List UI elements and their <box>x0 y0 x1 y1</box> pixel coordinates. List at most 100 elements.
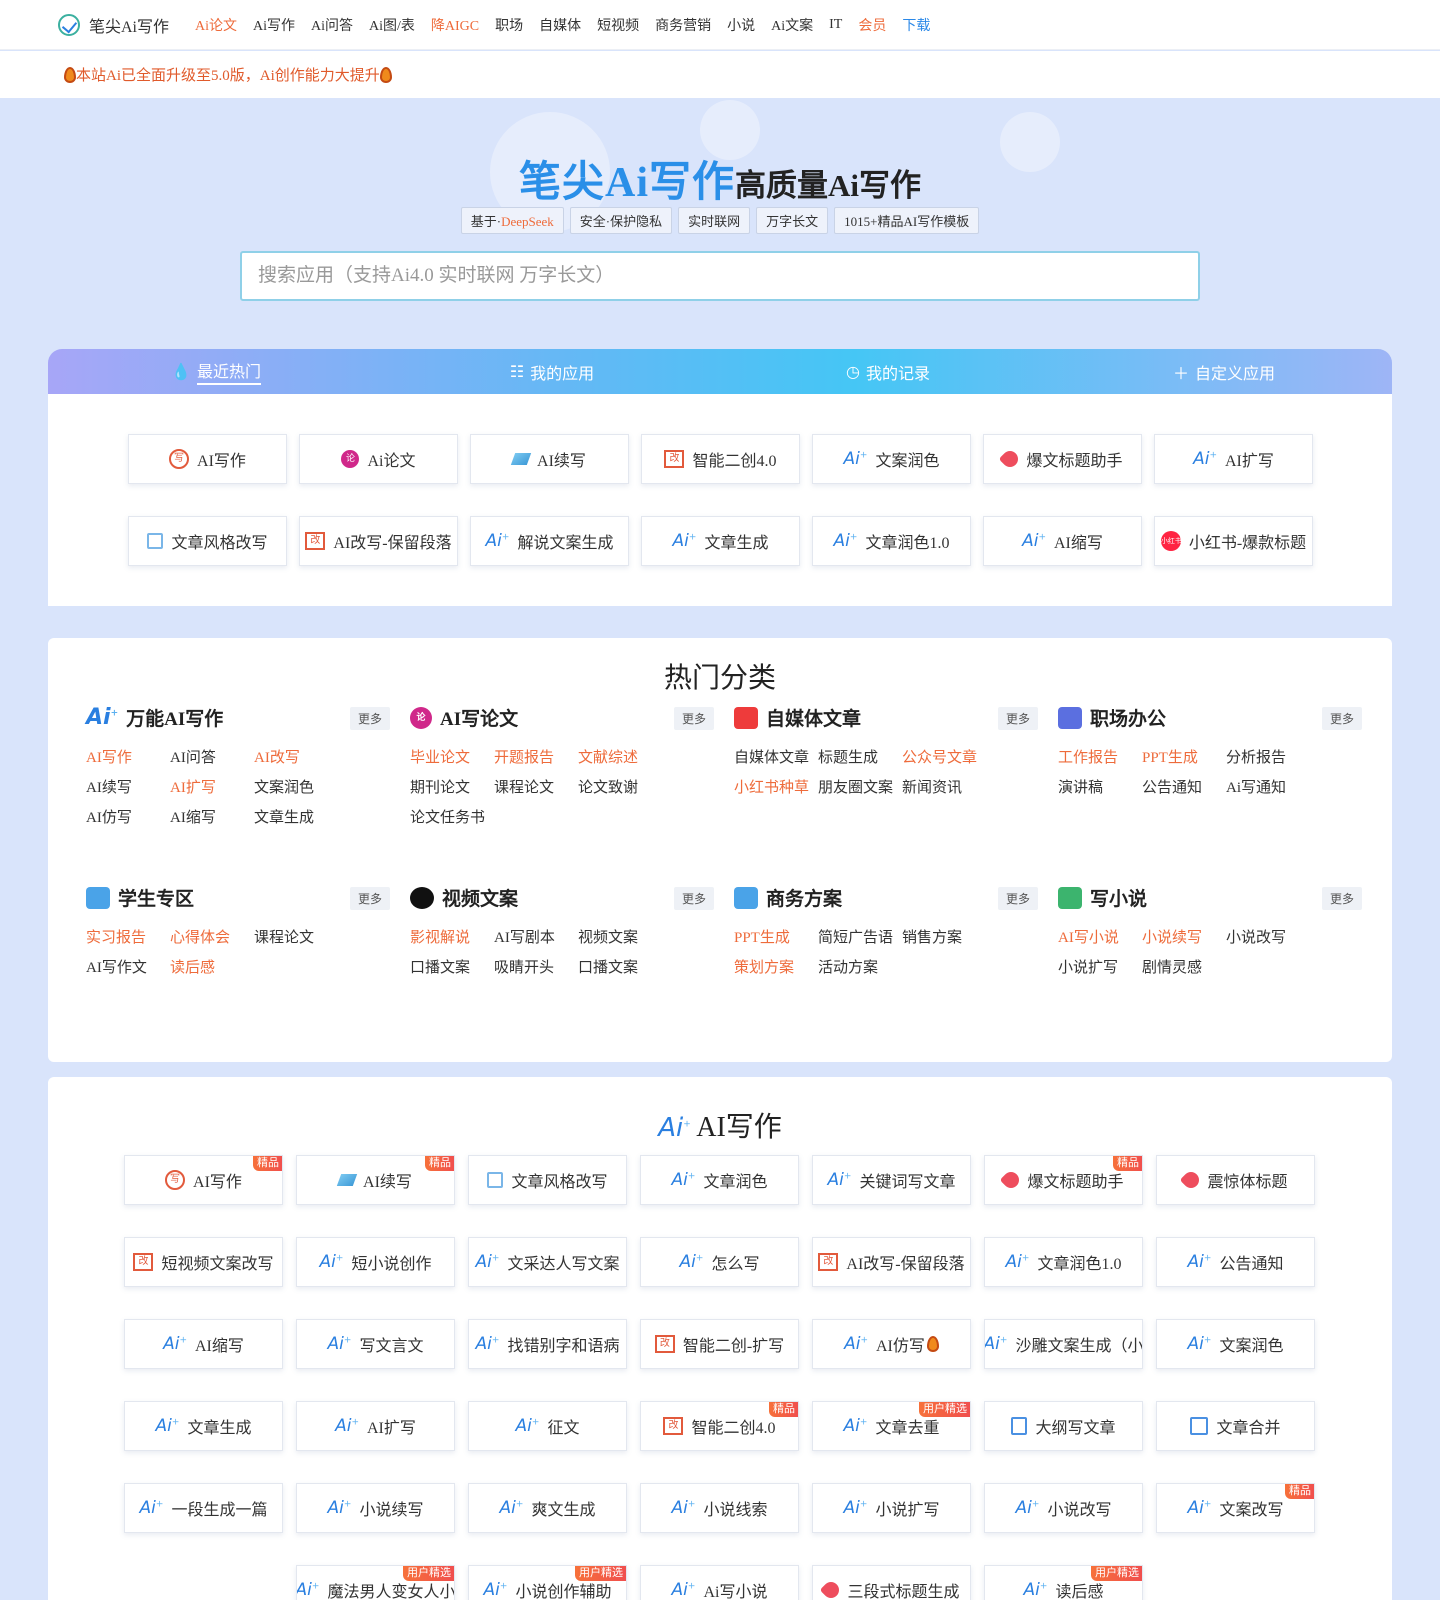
app-card[interactable]: 写 AI写作 精品 <box>124 1155 283 1205</box>
category-link[interactable]: AI缩写 <box>170 806 216 827</box>
app-card[interactable]: Ai+ 小说续写 <box>296 1483 455 1533</box>
app-card[interactable]: Ai+ 读后感 用户精选 <box>984 1565 1143 1600</box>
app-card[interactable]: Ai+ 找错别字和语病 <box>468 1319 627 1369</box>
category-heading[interactable]: 职场办公 <box>1058 704 1166 731</box>
tab-recent-hot[interactable]: 💧 最近热门 <box>48 349 384 394</box>
app-card[interactable]: 改 AI改写-保留段落 <box>812 1237 971 1287</box>
category-link[interactable]: AI改写 <box>254 746 300 767</box>
app-card[interactable]: 写 AI写作 <box>128 434 287 484</box>
app-card[interactable]: Ai+ 文案润色 <box>812 434 971 484</box>
app-card[interactable]: Ai+ 解说文案生成 <box>470 516 629 566</box>
category-link[interactable]: 小说改写 <box>1226 926 1286 947</box>
category-heading[interactable]: 自媒体文章 <box>734 704 861 731</box>
category-link[interactable]: 销售方案 <box>902 926 962 947</box>
category-link[interactable]: AI写作文 <box>86 956 147 977</box>
tab-custom-apps[interactable]: ＋ 自定义应用 <box>1056 349 1392 394</box>
category-link[interactable]: AI问答 <box>170 746 216 767</box>
app-card[interactable]: Ai+ AI缩写 <box>983 516 1142 566</box>
category-link[interactable]: 期刊论文 <box>410 776 470 797</box>
category-link[interactable]: PPT生成 <box>734 926 790 947</box>
category-link[interactable]: 口播文案 <box>578 956 638 977</box>
category-link[interactable]: PPT生成 <box>1142 746 1198 767</box>
app-card[interactable]: AI续写 精品 <box>296 1155 455 1205</box>
category-link[interactable]: 论文致谢 <box>578 776 638 797</box>
app-card[interactable]: Ai+ Ai写小说 <box>640 1565 799 1600</box>
search-input[interactable] <box>240 251 1200 301</box>
category-link[interactable]: 开题报告 <box>494 746 554 767</box>
app-card[interactable]: 震惊体标题 <box>1156 1155 1315 1205</box>
category-link[interactable]: 演讲稿 <box>1058 776 1103 797</box>
category-link[interactable]: 朋友圈文案 <box>818 776 893 797</box>
app-card[interactable]: Ai+ 文章润色 <box>640 1155 799 1205</box>
app-card[interactable]: 爆文标题助手 <box>983 434 1142 484</box>
category-link[interactable]: 吸睛开头 <box>494 956 554 977</box>
more-button[interactable]: 更多 <box>998 707 1039 730</box>
more-button[interactable]: 更多 <box>350 887 391 910</box>
app-card[interactable]: AI续写 <box>470 434 629 484</box>
category-link[interactable]: 毕业论文 <box>410 746 470 767</box>
app-card[interactable]: 小红书 小红书-爆款标题 <box>1154 516 1313 566</box>
nav-item[interactable]: 职场 <box>495 15 523 35</box>
category-link[interactable]: 策划方案 <box>734 956 794 977</box>
app-card[interactable]: Ai+ 小说线索 <box>640 1483 799 1533</box>
category-heading[interactable]: 学生专区 <box>86 884 194 911</box>
app-card[interactable]: Ai+ 小说创作辅助 用户精选 <box>468 1565 627 1600</box>
app-card[interactable]: Ai+ 小说改写 <box>984 1483 1143 1533</box>
category-link[interactable]: AI续写 <box>86 776 132 797</box>
category-link[interactable]: AI扩写 <box>170 776 216 797</box>
nav-item[interactable]: 会员 <box>858 15 886 35</box>
category-heading[interactable]: 视频文案 <box>410 884 518 911</box>
category-link[interactable]: 小说扩写 <box>1058 956 1118 977</box>
category-link[interactable]: 论文任务书 <box>410 806 485 827</box>
category-link[interactable]: 公众号文章 <box>902 746 977 767</box>
category-link[interactable]: 课程论文 <box>254 926 314 947</box>
app-card[interactable]: Ai+ AI仿写 <box>812 1319 971 1369</box>
app-card[interactable]: Ai+ 写文言文 <box>296 1319 455 1369</box>
app-card[interactable]: Ai+ 征文 <box>468 1401 627 1451</box>
app-card[interactable]: Ai+ 文章润色1.0 <box>984 1237 1143 1287</box>
app-card[interactable]: 改 AI改写-保留段落 <box>299 516 458 566</box>
app-card[interactable]: Ai+ 文案润色 <box>1156 1319 1315 1369</box>
category-link[interactable]: 视频文案 <box>578 926 638 947</box>
app-card[interactable]: 文章风格改写 <box>128 516 287 566</box>
app-card[interactable]: Ai+ 关键词写文章 <box>812 1155 971 1205</box>
app-card[interactable]: Ai+ 怎么写 <box>640 1237 799 1287</box>
app-card[interactable]: 文章合并 <box>1156 1401 1315 1451</box>
category-heading[interactable]: 商务方案 <box>734 884 842 911</box>
category-link[interactable]: 文章生成 <box>254 806 314 827</box>
nav-item[interactable]: IT <box>829 17 842 33</box>
app-card[interactable]: 改智能二创4.0 <box>641 434 800 484</box>
category-link[interactable]: 小红书种草 <box>734 776 809 797</box>
category-link[interactable]: 小说续写 <box>1142 926 1202 947</box>
app-card[interactable]: Ai+ 文章去重 用户精选 <box>812 1401 971 1451</box>
app-card[interactable]: Ai+ 公告通知 <box>1156 1237 1315 1287</box>
app-card[interactable]: Ai+ 一段生成一篇 <box>124 1483 283 1533</box>
category-heading[interactable]: Ai+ 万能AI写作 <box>86 704 223 731</box>
category-link[interactable]: 实习报告 <box>86 926 146 947</box>
app-card[interactable]: Ai+ 魔法男人变女人小 用户精选 <box>296 1565 455 1600</box>
category-link[interactable]: 标题生成 <box>818 746 878 767</box>
category-link[interactable]: 新闻资讯 <box>902 776 962 797</box>
more-button[interactable]: 更多 <box>674 707 715 730</box>
category-link[interactable]: AI写作 <box>86 746 132 767</box>
category-link[interactable]: 活动方案 <box>818 956 878 977</box>
more-button[interactable]: 更多 <box>674 887 715 910</box>
app-card[interactable]: Ai+ 沙雕文案生成（小 <box>984 1319 1143 1369</box>
more-button[interactable]: 更多 <box>1322 887 1363 910</box>
app-card[interactable]: 改智能二创4.0 精品 <box>640 1401 799 1451</box>
app-card[interactable]: Ai+ 文章生成 <box>124 1401 283 1451</box>
category-link[interactable]: Ai写通知 <box>1226 776 1286 797</box>
app-card[interactable]: 改智能二创-扩写 <box>640 1319 799 1369</box>
category-heading[interactable]: 论 AI写论文 <box>410 704 518 731</box>
app-card[interactable]: 三段式标题生成 <box>812 1565 971 1600</box>
nav-item[interactable]: Ai文案 <box>771 15 813 35</box>
app-card[interactable]: Ai+ 文章生成 <box>641 516 800 566</box>
nav-item[interactable]: 降AIGC <box>431 15 479 35</box>
app-card[interactable]: Ai+ 文章润色1.0 <box>812 516 971 566</box>
app-card[interactable]: 论 Ai论文 <box>299 434 458 484</box>
nav-item[interactable]: 商务营销 <box>655 15 711 35</box>
app-card[interactable]: 大纲写文章 <box>984 1401 1143 1451</box>
app-card[interactable]: Ai+ AI扩写 <box>296 1401 455 1451</box>
category-link[interactable]: AI写小说 <box>1058 926 1119 947</box>
category-link[interactable]: 读后感 <box>170 956 215 977</box>
